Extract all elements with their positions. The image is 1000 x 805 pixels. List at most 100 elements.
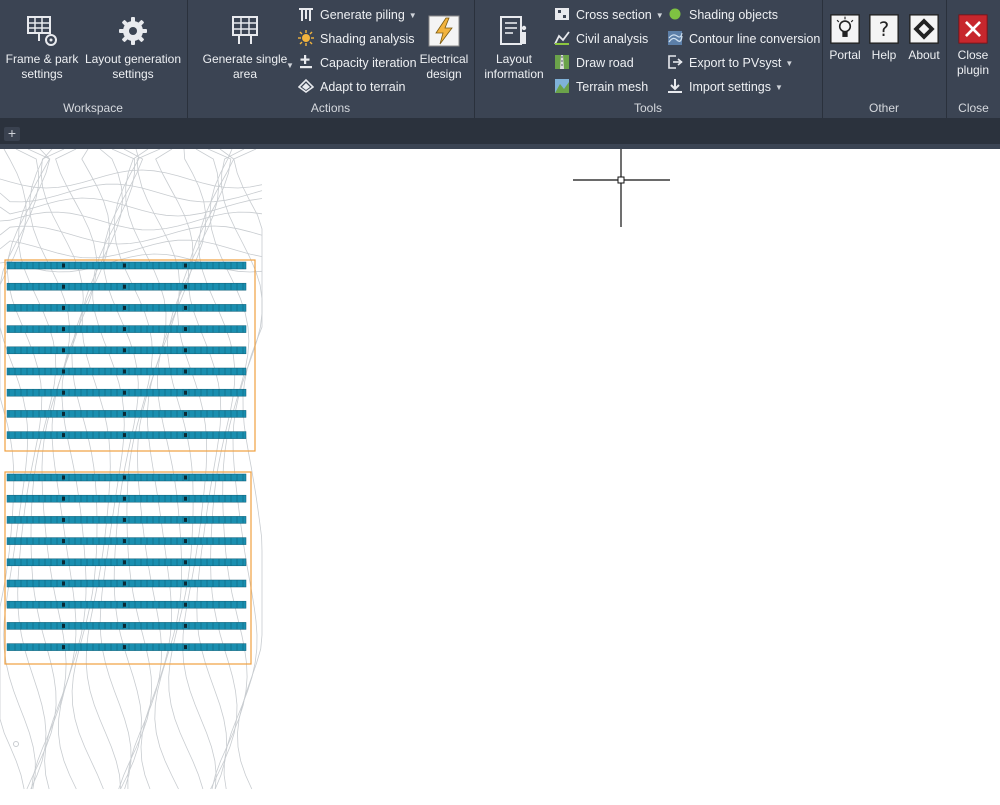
chevron-down-icon: ▼ [774, 83, 783, 92]
group-label-tools: Tools [633, 101, 662, 115]
pv-table-row[interactable] [6, 388, 247, 397]
pile-marker [62, 327, 65, 332]
contour-line [167, 148, 207, 790]
layout-information-button[interactable]: Layout information [479, 14, 549, 82]
pile-marker [123, 348, 126, 353]
pv-table-row[interactable] [6, 367, 247, 376]
shading-analysis-button[interactable]: Shading analysis [298, 29, 415, 49]
pile-marker [184, 433, 187, 438]
lightning-icon [428, 15, 460, 47]
contour-line [0, 239, 263, 259]
sun-icon [298, 30, 314, 46]
group-tools: Layout information Cross section ▼ Civil … [475, 0, 821, 118]
pile-marker [62, 433, 65, 438]
download-icon [668, 79, 682, 93]
frame-park-settings-button[interactable]: Frame & park settings [2, 14, 82, 82]
pile-marker [184, 411, 187, 416]
cross-section-button[interactable]: Cross section ▼ [554, 5, 664, 25]
pv-table-row[interactable] [6, 579, 247, 588]
contour-line [92, 148, 136, 790]
contour-line [125, 148, 167, 789]
pv-table-row[interactable] [6, 494, 247, 503]
adapt-to-terrain-button[interactable]: Adapt to terrain [298, 77, 405, 97]
about-button[interactable]: About [905, 14, 943, 63]
shading-objects-label: Shading objects [689, 8, 778, 22]
contour-line [102, 148, 144, 790]
pv-table-row[interactable] [6, 261, 247, 270]
pile-marker [123, 390, 126, 395]
document-info-icon [500, 16, 527, 45]
gear-icon [119, 17, 147, 45]
question-mark-icon: ? [869, 14, 899, 44]
help-button[interactable]: ? Help [867, 14, 901, 63]
pv-table-row[interactable] [6, 325, 247, 333]
close-icon [958, 14, 988, 44]
import-settings-button[interactable]: Import settings ▼ [667, 77, 783, 97]
pile-marker [184, 496, 187, 501]
terrain-contour-lines [0, 148, 263, 790]
pv-table-row[interactable] [6, 431, 247, 439]
group-close: Close plugin Close [947, 0, 1000, 118]
group-other: Portal ? Help About Other [823, 0, 945, 118]
export-to-pvsyst-label: Export to PVsyst [689, 56, 782, 70]
pv-table-row[interactable] [6, 600, 247, 609]
pv-table-row[interactable] [6, 516, 247, 524]
pv-table-row[interactable] [6, 473, 247, 482]
pv-block[interactable] [4, 471, 252, 665]
about-label: About [908, 48, 940, 62]
electrical-design-button[interactable]: Electrical design [416, 14, 472, 82]
pile-marker [184, 284, 187, 289]
pile-marker [62, 305, 65, 310]
close-plugin-button[interactable]: Close plugin [950, 14, 996, 78]
pile-marker [62, 411, 65, 416]
road-icon [555, 55, 569, 69]
group-workspace: Frame & park settings Layout generation … [0, 0, 186, 118]
group-label-workspace: Workspace [63, 101, 123, 115]
grid-gear-icon [27, 16, 57, 46]
generate-single-area-button[interactable]: Generate single area [198, 14, 292, 82]
export-to-pvsyst-button[interactable]: Export to PVsyst ▼ [667, 53, 793, 73]
civil-analysis-icon [554, 31, 570, 45]
pile-marker [123, 517, 126, 522]
model-space[interactable] [0, 148, 1000, 800]
group-actions: Generate single area ▼ Generate piling ▼ … [188, 0, 473, 118]
pv-table-row[interactable] [6, 537, 247, 545]
close-plugin-label: Close plugin [956, 48, 990, 77]
pile-marker [123, 645, 126, 650]
pv-table-row[interactable] [6, 622, 247, 630]
terrain-mesh-button[interactable]: Terrain mesh [554, 77, 648, 97]
contour-line [136, 148, 181, 790]
contour-line [177, 148, 220, 790]
pv-table-row[interactable] [6, 558, 247, 567]
portal-label: Portal [829, 48, 861, 62]
piling-icon [299, 8, 313, 21]
crosshair-cursor [573, 149, 670, 227]
pile-marker [62, 496, 65, 501]
drawing-canvas[interactable] [0, 148, 1000, 800]
new-tab-button[interactable]: + [4, 126, 20, 141]
pv-table-row[interactable] [6, 282, 247, 291]
portal-button[interactable]: Portal [827, 14, 863, 63]
generate-piling-button[interactable]: Generate piling ▼ [298, 5, 417, 25]
pv-table-row[interactable] [6, 304, 247, 312]
pile-marker [184, 263, 187, 268]
layout-generation-settings-button[interactable]: Layout generation settings [84, 14, 182, 82]
contour-line [221, 148, 263, 790]
pv-table-row[interactable] [6, 346, 247, 355]
pile-marker [123, 475, 126, 480]
draw-road-button[interactable]: Draw road [554, 53, 634, 73]
pile-marker [184, 539, 187, 544]
pile-marker [62, 539, 65, 544]
pv-table-row[interactable] [6, 643, 247, 651]
pile-marker [184, 581, 187, 586]
civil-analysis-button[interactable]: Civil analysis [554, 29, 648, 49]
shading-objects-button[interactable]: Shading objects [667, 5, 778, 25]
file-tab-bar: + [0, 118, 1000, 144]
contour-line-conversion-button[interactable]: Contour line conversion [667, 29, 820, 49]
pile-marker [184, 645, 187, 650]
generate-single-area-dropdown-icon[interactable]: ▼ [286, 61, 294, 70]
capacity-iteration-button[interactable]: Capacity iteration [298, 53, 417, 73]
pv-table-row[interactable] [6, 410, 247, 418]
pile-marker [123, 496, 126, 501]
pv-block[interactable] [4, 259, 256, 452]
